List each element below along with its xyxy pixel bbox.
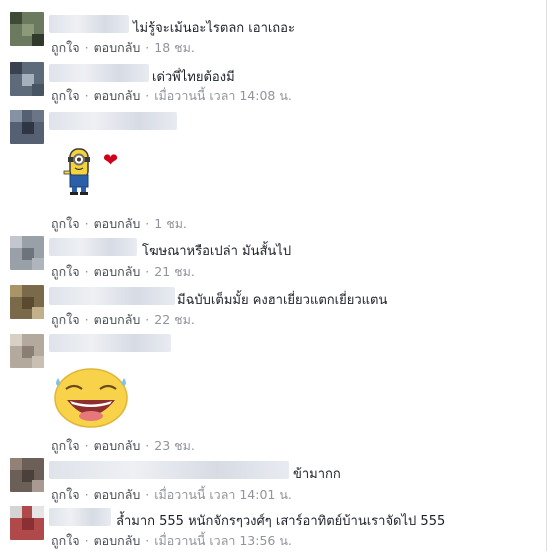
comment-actions: ถูกใจ · ตอบกลับ · เมื่อวานนี้ เวลา 14:08 น. xyxy=(51,86,292,106)
separator: · xyxy=(84,216,89,231)
avatar[interactable] xyxy=(10,285,44,319)
reply-button[interactable]: ตอบกลับ xyxy=(94,40,141,55)
timestamp[interactable]: 21 ชม. xyxy=(154,264,195,279)
separator: · xyxy=(145,487,150,502)
avatar[interactable] xyxy=(10,12,44,46)
separator: · xyxy=(84,487,89,502)
reply-button[interactable]: ตอบกลับ xyxy=(94,533,141,548)
comment-actions: ถูกใจ · ตอบกลับ · เมื่อวานนี้ เวลา 13:56 น. xyxy=(51,531,292,551)
author-name-blurred[interactable] xyxy=(49,334,171,352)
avatar[interactable] xyxy=(10,506,44,540)
like-button[interactable]: ถูกใจ xyxy=(51,312,80,327)
separator: · xyxy=(145,312,150,327)
comment-text: ล้ำมาก 555 หนักจักรๆวงศ์ๆ เสาร์อาทิตย์บ้… xyxy=(116,514,446,529)
timestamp[interactable]: เมื่อวานนี้ เวลา 13:56 น. xyxy=(154,533,292,548)
avatar[interactable] xyxy=(10,62,44,96)
separator: · xyxy=(84,312,89,327)
comment-actions: ถูกใจ · ตอบกลับ · 18 ชม. xyxy=(51,38,195,58)
avatar[interactable] xyxy=(10,334,44,368)
comment-actions: ถูกใจ · ตอบกลับ · 22 ชม. xyxy=(51,310,195,330)
like-button[interactable]: ถูกใจ xyxy=(51,216,80,231)
separator: · xyxy=(145,533,150,548)
comment-text: โฆษณาหรือเปล่า มันสั้นไป xyxy=(142,244,292,259)
comment-text: มีฉบับเต็มมั้ย คงฮาเยี่ยวแตกเยี่ยวแตน xyxy=(177,293,388,308)
timestamp[interactable]: 18 ชม. xyxy=(154,40,195,55)
timestamp[interactable]: 1 ชม. xyxy=(154,216,187,231)
like-button[interactable]: ถูกใจ xyxy=(51,487,80,502)
comment-actions: ถูกใจ · ตอบกลับ · 1 ชม. xyxy=(51,214,187,234)
like-button[interactable]: ถูกใจ xyxy=(51,88,80,103)
author-name-blurred[interactable] xyxy=(49,112,177,130)
like-button[interactable]: ถูกใจ xyxy=(51,40,80,55)
author-name-blurred[interactable] xyxy=(49,461,289,479)
reply-button[interactable]: ตอบกลับ xyxy=(94,216,141,231)
reply-button[interactable]: ตอบกลับ xyxy=(94,312,141,327)
comment-text: เด่วพี่ไทยต้องมี xyxy=(152,70,235,85)
comment-actions: ถูกใจ · ตอบกลับ · เมื่อวานนี้ เวลา 14:01 น. xyxy=(51,485,292,505)
comment-text: ไม่รู้จะเม้นอะไรตลก เอาเถอะ xyxy=(133,21,295,36)
separator: · xyxy=(84,40,89,55)
comment-actions: ถูกใจ · ตอบกลับ · 21 ชม. xyxy=(51,262,195,282)
separator: · xyxy=(145,40,150,55)
like-button[interactable]: ถูกใจ xyxy=(51,533,80,548)
minion-sticker xyxy=(63,148,90,195)
reply-button[interactable]: ตอบกลับ xyxy=(94,88,141,103)
reply-button[interactable]: ตอบกลับ xyxy=(94,487,141,502)
separator: · xyxy=(84,264,89,279)
heart-icon: ❤ xyxy=(103,150,119,171)
author-name-blurred[interactable] xyxy=(49,64,149,82)
author-name-blurred[interactable] xyxy=(49,287,175,305)
separator: · xyxy=(145,88,150,103)
reply-button[interactable]: ตอบกลับ xyxy=(94,438,141,453)
like-button[interactable]: ถูกใจ xyxy=(51,438,80,453)
avatar[interactable] xyxy=(10,236,44,270)
like-button[interactable]: ถูกใจ xyxy=(51,264,80,279)
timestamp[interactable]: เมื่อวานนี้ เวลา 14:01 น. xyxy=(154,487,292,502)
avatar[interactable] xyxy=(10,110,44,144)
avatar[interactable] xyxy=(10,458,44,492)
timestamp[interactable]: 23 ชม. xyxy=(154,438,195,453)
author-name-blurred[interactable] xyxy=(49,508,111,526)
timestamp[interactable]: เมื่อวานนี้ เวลา 14:08 น. xyxy=(154,88,292,103)
comment-text: ข้ามากก xyxy=(293,467,341,482)
separator: · xyxy=(84,438,89,453)
reply-button[interactable]: ตอบกลับ xyxy=(94,264,141,279)
separator: · xyxy=(145,264,150,279)
separator: · xyxy=(145,438,150,453)
separator: · xyxy=(145,216,150,231)
laughing-sticker xyxy=(54,368,128,428)
separator: · xyxy=(84,88,89,103)
comment-actions: ถูกใจ · ตอบกลับ · 23 ชม. xyxy=(51,436,195,456)
author-name-blurred[interactable] xyxy=(49,238,137,256)
separator: · xyxy=(84,533,89,548)
author-name-blurred[interactable] xyxy=(49,15,129,33)
timestamp[interactable]: 22 ชม. xyxy=(154,312,195,327)
